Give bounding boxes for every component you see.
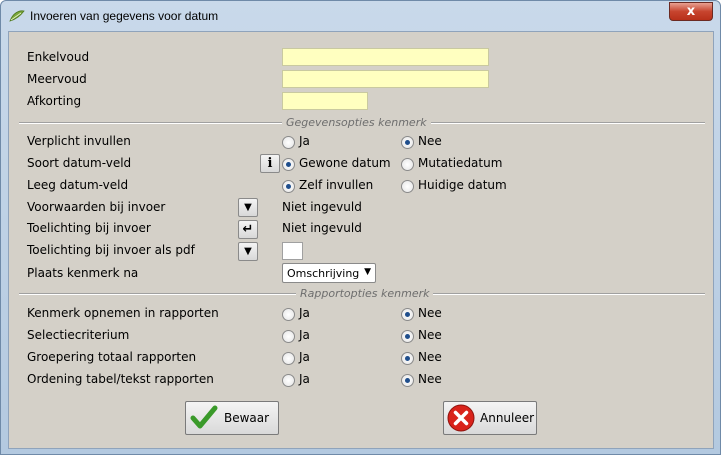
section-title-data-options: Gegevensopties kenmerk [282, 116, 431, 129]
selectiecriterium-ja-label[interactable]: Ja [299, 328, 310, 342]
separator-data-options: Gegevensopties kenmerk [19, 116, 705, 129]
separator-report-options: Rapportopties kenmerk [19, 287, 705, 300]
mutatiedatum-radio[interactable] [401, 158, 414, 171]
verplicht-nee-radio[interactable] [401, 136, 414, 149]
chevron-down-icon: ▼ [364, 267, 371, 277]
soort-datum-veld-label: Soort datum-veld [27, 156, 132, 170]
ordening-label: Ordening tabel/tekst rapporten [27, 372, 214, 386]
huidige-datum-label[interactable]: Huidige datum [418, 178, 507, 192]
dialog-window: Invoeren van gegevens voor datum x Enkel… [0, 0, 721, 455]
ordening-ja-radio[interactable] [282, 374, 295, 387]
toelichting-value: Niet ingevuld [282, 221, 362, 235]
toelichting-pdf-label: Toelichting bij invoer als pdf [27, 243, 195, 257]
voorwaarden-value: Niet ingevuld [282, 200, 362, 214]
verplicht-ja-label[interactable]: Ja [299, 134, 310, 148]
ordening-nee-label[interactable]: Nee [418, 372, 442, 386]
enkelvoud-input[interactable] [282, 48, 489, 66]
selectiecriterium-label: Selectiecriterium [27, 328, 130, 342]
enkelvoud-label: Enkelvoud [27, 50, 90, 64]
close-icon: x [686, 4, 696, 19]
info-button[interactable]: i [260, 154, 280, 173]
verplicht-ja-radio[interactable] [282, 136, 295, 149]
huidige-datum-radio[interactable] [401, 180, 414, 193]
toelichting-label: Toelichting bij invoer [27, 221, 151, 235]
verplicht-nee-label[interactable]: Nee [418, 134, 442, 148]
afkorting-input[interactable] [282, 92, 368, 110]
gewone-datum-radio[interactable] [282, 158, 295, 171]
toelichting-pdf-dropdown-button[interactable]: ▼ [238, 242, 258, 261]
groepering-nee-radio[interactable] [401, 352, 414, 365]
save-button-label: Bewaar [224, 411, 270, 425]
cancel-button[interactable]: Annuleer [443, 401, 537, 435]
kenmerk-opnemen-nee-label[interactable]: Nee [418, 306, 442, 320]
save-button[interactable]: Bewaar [185, 401, 279, 435]
title-bar[interactable]: Invoeren van gegevens voor datum x [1, 1, 720, 31]
groepering-nee-label[interactable]: Nee [418, 350, 442, 364]
gewone-datum-label[interactable]: Gewone datum [299, 156, 391, 170]
plaats-kenmerk-select[interactable]: Omschrijving ▼ [282, 263, 376, 283]
kenmerk-opnemen-nee-radio[interactable] [401, 308, 414, 321]
checkmark-icon [190, 405, 218, 429]
zelf-invullen-label[interactable]: Zelf invullen [299, 178, 373, 192]
groepering-label: Groepering totaal rapporten [27, 350, 197, 364]
plaats-kenmerk-value: Omschrijving [287, 267, 360, 280]
ordening-nee-radio[interactable] [401, 374, 414, 387]
dropdown-arrow-icon: ▼ [244, 246, 252, 257]
kenmerk-opnemen-ja-radio[interactable] [282, 308, 295, 321]
close-button[interactable]: x [669, 2, 713, 21]
zelf-invullen-radio[interactable] [282, 180, 295, 193]
enter-arrow-icon: ↵ [242, 222, 254, 237]
voorwaarden-label: Voorwaarden bij invoer [27, 200, 166, 214]
toelichting-enter-button[interactable]: ↵ [238, 220, 258, 239]
app-leaf-icon [9, 10, 25, 22]
window-title: Invoeren van gegevens voor datum [30, 9, 219, 23]
mutatiedatum-label[interactable]: Mutatiedatum [418, 156, 502, 170]
cancel-button-label: Annuleer [480, 411, 535, 425]
info-icon: i [267, 156, 273, 171]
dropdown-arrow-icon: ▼ [244, 202, 252, 213]
section-title-report-options: Rapportopties kenmerk [296, 287, 434, 300]
verplicht-invullen-label: Verplicht invullen [27, 134, 131, 148]
plaats-kenmerk-label: Plaats kenmerk na [27, 266, 139, 280]
dialog-body: Enkelvoud Meervoud Afkorting Gegevensopt… [8, 31, 714, 449]
groepering-ja-label[interactable]: Ja [299, 350, 310, 364]
meervoud-input[interactable] [282, 70, 489, 88]
ordening-ja-label[interactable]: Ja [299, 372, 310, 386]
kenmerk-opnemen-ja-label[interactable]: Ja [299, 306, 310, 320]
selectiecriterium-ja-radio[interactable] [282, 330, 295, 343]
groepering-ja-radio[interactable] [282, 352, 295, 365]
afkorting-label: Afkorting [27, 94, 82, 108]
meervoud-label: Meervoud [27, 72, 87, 86]
selectiecriterium-nee-radio[interactable] [401, 330, 414, 343]
cancel-x-icon [447, 404, 475, 432]
leeg-datum-veld-label: Leeg datum-veld [27, 178, 129, 192]
toelichting-pdf-field[interactable] [282, 242, 303, 260]
kenmerk-opnemen-label: Kenmerk opnemen in rapporten [27, 306, 219, 320]
voorwaarden-dropdown-button[interactable]: ▼ [238, 198, 258, 217]
selectiecriterium-nee-label[interactable]: Nee [418, 328, 442, 342]
